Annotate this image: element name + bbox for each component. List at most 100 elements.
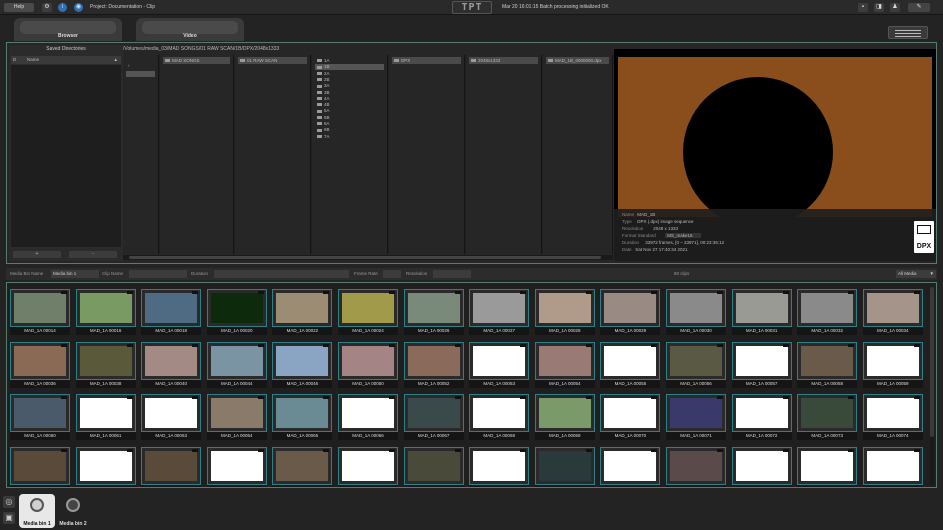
- info-date: Date Sat Nov 27 17:40:34 2021: [622, 247, 688, 252]
- user-icon[interactable]: ♟: [890, 3, 900, 12]
- column-root[interactable]: ›: [123, 55, 159, 254]
- bin-view-icon[interactable]: ▣: [3, 512, 15, 524]
- format-standard-select[interactable]: MS_make16: [665, 233, 701, 238]
- folder-item[interactable]: 6A: [315, 121, 384, 127]
- clip-flag-icon: [585, 343, 592, 347]
- frame-rate-input[interactable]: [383, 270, 401, 278]
- column-3[interactable]: 1A 1B 2A 2B 3A 3B 4A 4B 5A 5B 6A 6B 7A: [312, 55, 388, 254]
- folder-item[interactable]: 1B: [315, 64, 384, 71]
- panel-icon[interactable]: ◨: [874, 3, 884, 12]
- tab-browser[interactable]: Browser: [14, 18, 122, 41]
- clip-name-label: Clip Name: [102, 271, 124, 276]
- settings-icon[interactable]: ⚙: [42, 3, 52, 12]
- clip-name: MAD_1A 00031: [731, 327, 792, 335]
- clip-flag-icon: [61, 291, 67, 294]
- column-scrollbar[interactable]: [123, 255, 613, 260]
- duration-input[interactable]: [214, 270, 349, 278]
- grid-scrollbar[interactable]: [930, 287, 934, 485]
- clip-count: 80 clips: [674, 271, 690, 276]
- column-6-selected[interactable]: MAD_1B_0000000.dpx: [546, 57, 609, 64]
- tools-icon[interactable]: ✎: [908, 3, 930, 12]
- folder-item[interactable]: 6B: [315, 127, 384, 133]
- clip-thumbnail: [338, 446, 398, 485]
- clip-thumbnail: [797, 289, 858, 327]
- column-6[interactable]: MAD_1B_0000000.dpx: [543, 55, 613, 254]
- clip-flag-icon: [61, 343, 67, 347]
- window-icon[interactable]: ▪: [858, 3, 868, 12]
- col-name-header[interactable]: Name: [27, 56, 39, 64]
- folder-item[interactable]: 3B: [315, 90, 384, 96]
- clip-flag-icon: [257, 448, 264, 452]
- column-2[interactable]: 01 RAW SCAN: [235, 55, 311, 254]
- clip-flag-icon: [323, 343, 330, 347]
- folder-item[interactable]: 4B: [315, 102, 384, 108]
- clip-flag-icon: [717, 448, 723, 452]
- column-5[interactable]: 2048x1333: [466, 55, 542, 254]
- folder-item[interactable]: 5B: [315, 115, 384, 121]
- clip-flag-icon: [848, 343, 855, 347]
- folder-item[interactable]: 1A: [315, 58, 384, 64]
- help-button[interactable]: Help: [4, 3, 34, 12]
- clip-name: MAD_1A 00079: [272, 484, 333, 487]
- media-bin-1-tab[interactable]: Media bin 1: [19, 494, 55, 528]
- folder-icon: [317, 65, 322, 69]
- clip-name-input[interactable]: [129, 270, 187, 278]
- clip-thumbnail: [75, 446, 136, 485]
- bin-name-input[interactable]: Media bin 1: [51, 270, 99, 278]
- folder-icon: [317, 90, 322, 94]
- column-1-selected[interactable]: MAD SONGS: [163, 57, 230, 64]
- clip-flag-icon: [389, 343, 395, 347]
- clip-thumbnail: [666, 394, 726, 432]
- clip-name: MAD_1A 00080: [338, 484, 398, 487]
- folder-icon: [394, 59, 399, 63]
- bin-settings-icon[interactable]: ◎: [3, 496, 15, 508]
- add-directory-button[interactable]: +: [13, 251, 61, 258]
- folder-item[interactable]: 2B: [315, 77, 384, 83]
- clip-flag-icon: [323, 448, 330, 452]
- col-number-header[interactable]: D: [13, 56, 16, 64]
- resolution-input[interactable]: [433, 270, 471, 278]
- folder-item[interactable]: 5A: [315, 108, 384, 114]
- folder-item[interactable]: 3A: [315, 83, 384, 89]
- clip-name: MAD_1A 00044: [206, 379, 267, 388]
- folder-item[interactable]: 2A: [315, 71, 384, 77]
- column-5-selected[interactable]: 2048x1333: [469, 57, 538, 64]
- remove-directory-button[interactable]: -: [69, 251, 117, 258]
- folder-icon: [317, 59, 322, 63]
- clip-flag-icon: [323, 396, 330, 399]
- clip-thumbnail: [75, 289, 136, 327]
- folder-icon: [165, 59, 170, 63]
- globe-icon[interactable]: ◉: [74, 3, 83, 12]
- layout-menu-button[interactable]: [888, 26, 928, 39]
- info-icon[interactable]: i: [58, 3, 67, 12]
- clip-name: MAD_1A 00086: [731, 484, 792, 487]
- saved-directories-list[interactable]: [11, 65, 121, 247]
- column-4[interactable]: DPX: [389, 55, 465, 254]
- media-bin-2-tab[interactable]: Media bin 2: [55, 494, 91, 528]
- file-icon: [548, 59, 553, 63]
- info-format: Format Standard MS_make16: [622, 233, 701, 238]
- clip-thumbnail: [272, 394, 333, 432]
- clip-thumbnail: [141, 289, 202, 327]
- clip-thumbnail: [797, 394, 858, 432]
- folder-item[interactable]: 4A: [315, 96, 384, 102]
- column-2-selected[interactable]: 01 RAW SCAN: [238, 57, 307, 64]
- clip-flag-icon: [257, 291, 264, 294]
- dpx-file-icon: DPX: [914, 221, 934, 253]
- column-1[interactable]: MAD SONGS: [160, 55, 234, 254]
- info-duration: Duration 33972 frames, [0 – 33971], 00:2…: [622, 240, 725, 245]
- clip-name: MAD_1A 00046: [272, 379, 333, 388]
- sort-icon[interactable]: ▲: [114, 56, 118, 64]
- folder-item[interactable]: 7A: [315, 134, 384, 140]
- clip-thumbnail: [666, 446, 726, 485]
- column-4-selected[interactable]: DPX: [392, 57, 461, 64]
- media-type-select[interactable]: All Media ▼: [896, 270, 936, 278]
- clip-name: MAD_1A 00018: [141, 327, 202, 335]
- clip-thumbnail: [731, 446, 792, 485]
- column-root-item[interactable]: [126, 71, 155, 77]
- tab-video[interactable]: Video: [136, 18, 244, 41]
- clip-name: MAD_1A 00063: [141, 432, 202, 440]
- clip-thumbnail: [862, 446, 923, 485]
- clip-flag-icon: [913, 396, 920, 399]
- resolution-label: Resolution: [406, 271, 428, 276]
